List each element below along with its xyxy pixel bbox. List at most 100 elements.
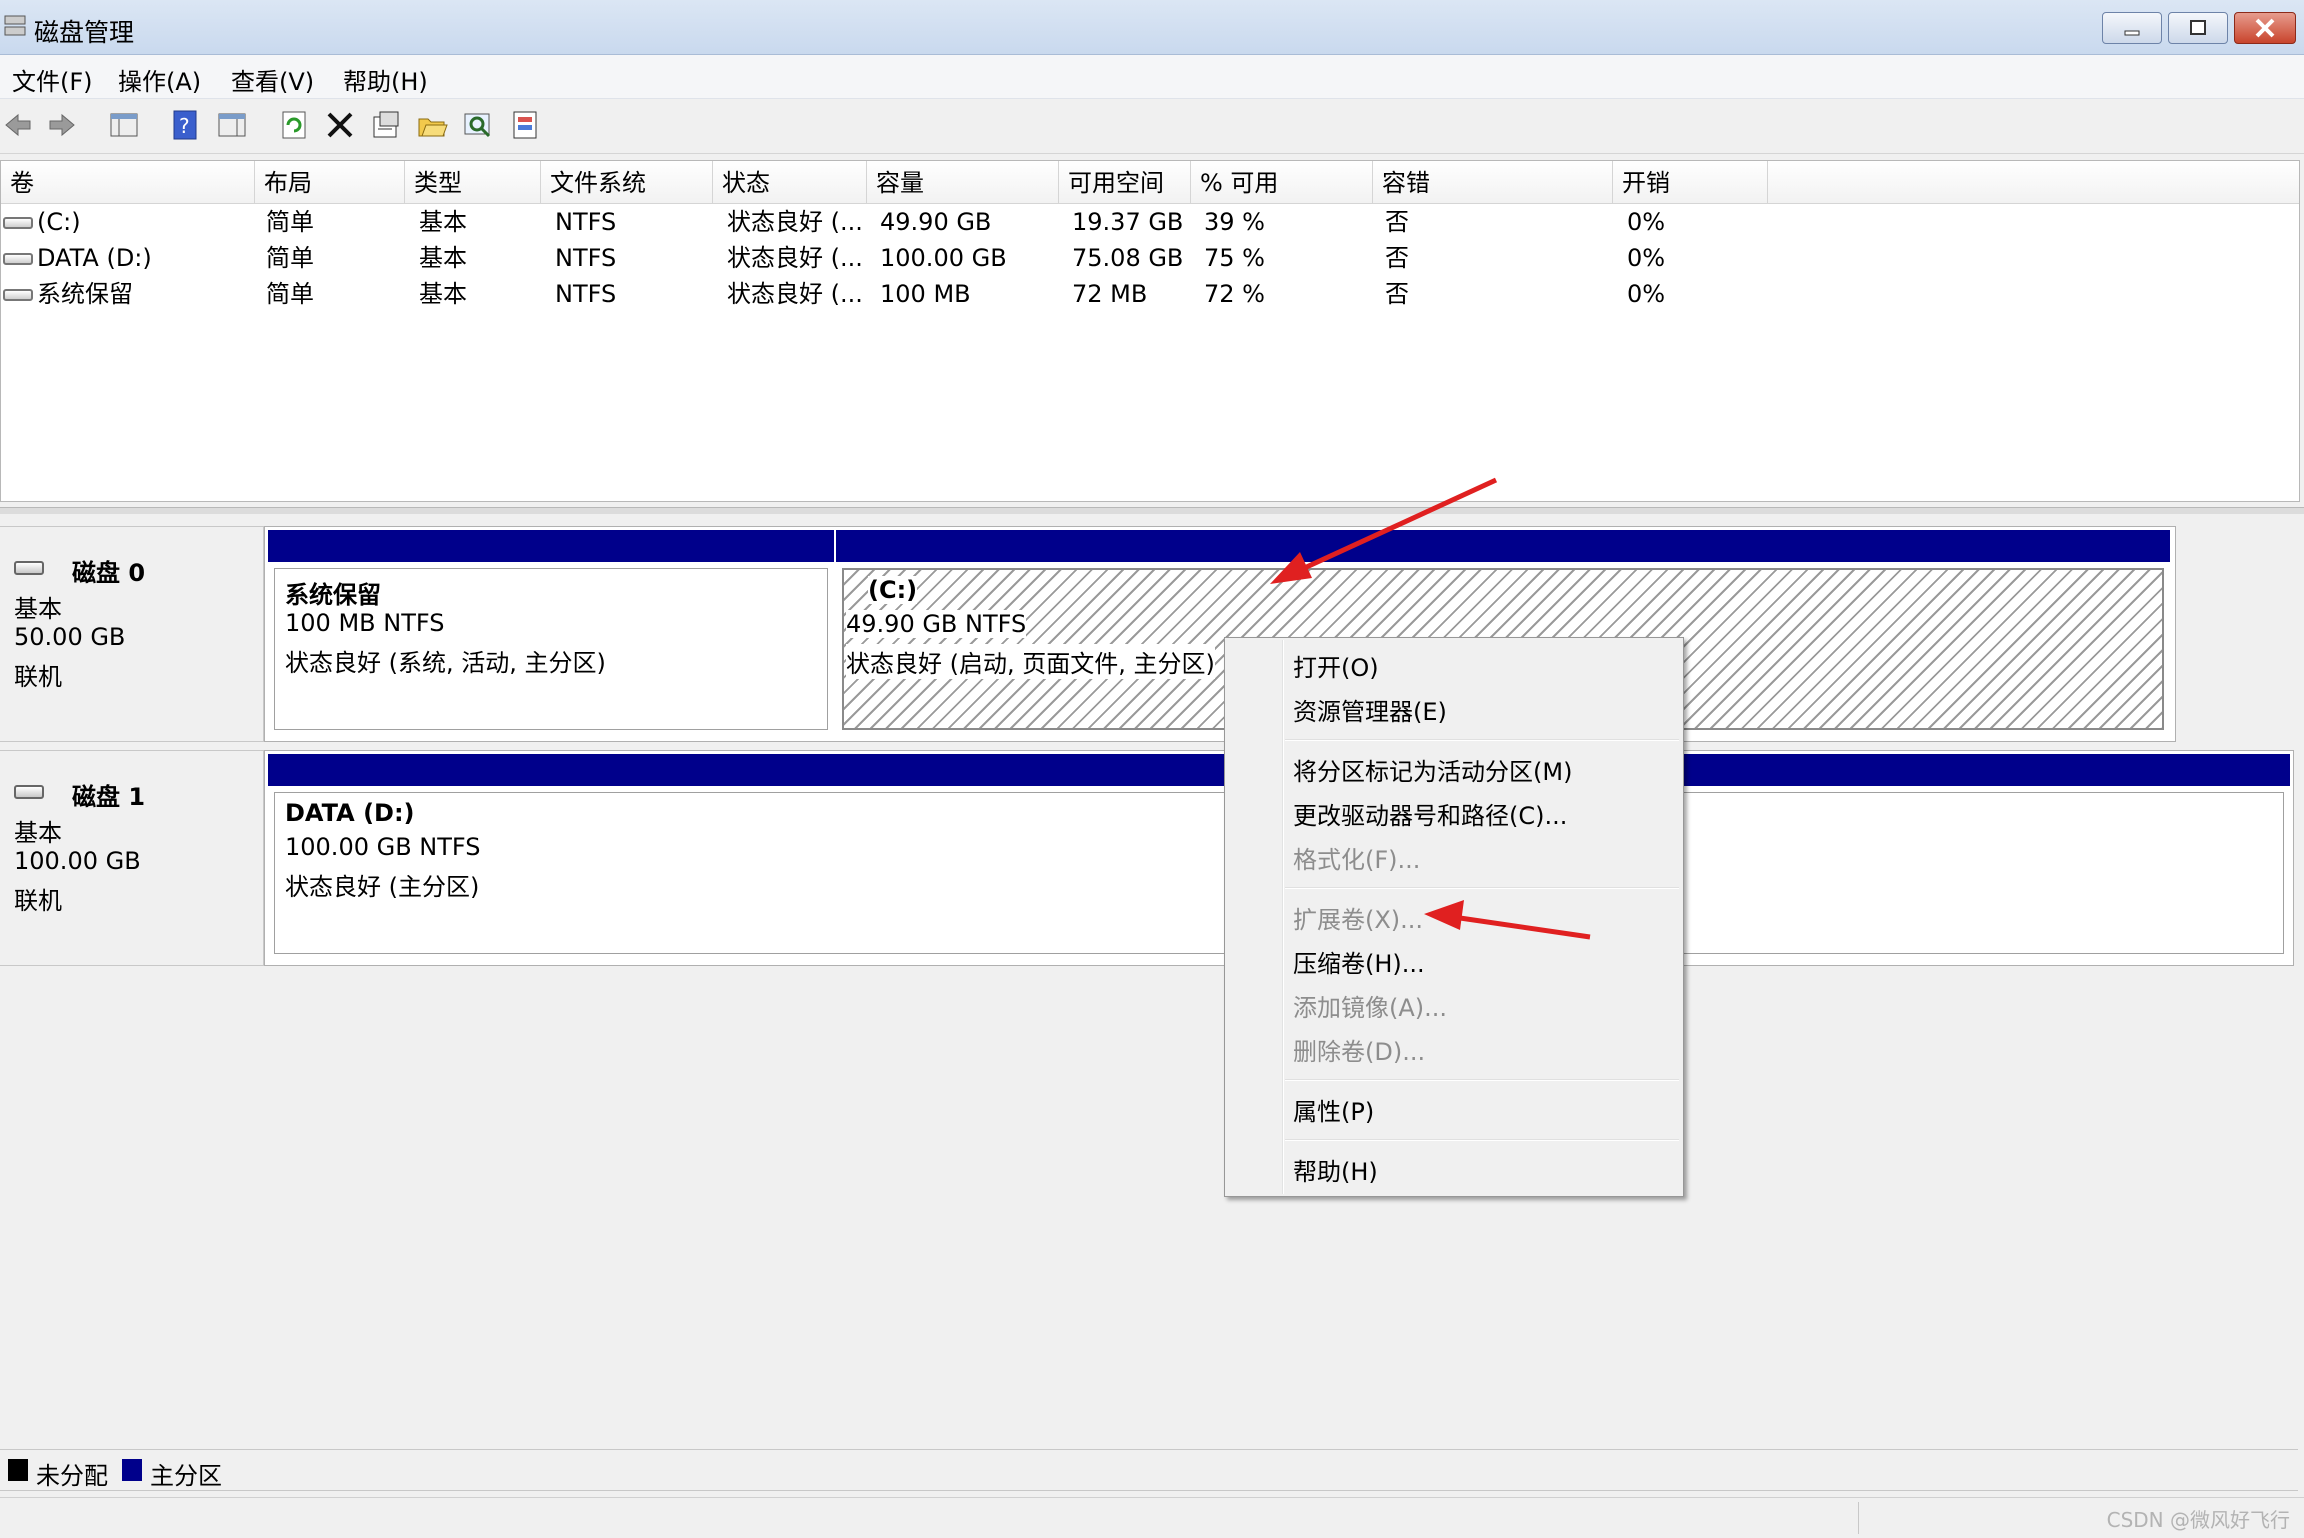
export-icon[interactable] (510, 109, 542, 141)
back-arrow-icon[interactable] (2, 109, 34, 141)
legend-primary-swatch (122, 1459, 142, 1481)
disk-1-label[interactable]: 磁盘 1 基本 100.00 GB 联机 (0, 750, 264, 966)
column-header-layout[interactable]: 布局 (255, 161, 405, 203)
type-cell: 基本 (419, 208, 467, 236)
free-space-cell: 19.37 GB (1072, 208, 1184, 236)
free-space-cell: 75.08 GB (1072, 244, 1184, 272)
volume-name-cell: DATA (D:) (3, 240, 152, 276)
legend-primary-label: 主分区 (150, 1462, 222, 1490)
capacity-cell: 49.90 GB (880, 208, 992, 236)
menu-item-properties[interactable]: 属性(P) (1293, 1092, 1374, 1127)
partition-title: (C:) (868, 576, 918, 604)
fault-tolerance-cell: 否 (1385, 280, 1409, 308)
legend-unallocated-label: 未分配 (36, 1462, 108, 1490)
menu-help[interactable]: 帮助(H) (343, 62, 428, 97)
volume-row[interactable]: DATA (D:) 简单 基本 NTFS 状态良好 (... 100.00 GB… (1, 240, 2299, 276)
menu-view[interactable]: 查看(V) (231, 62, 314, 97)
partition-status: 状态良好 (主分区) (285, 873, 480, 901)
hard-disk-icon (14, 785, 44, 799)
volume-name-cell: (C:) (3, 204, 81, 240)
drive-icon (3, 289, 33, 301)
volume-name: 系统保留 (37, 280, 133, 308)
menu-item-format: 格式化(F)... (1293, 846, 1421, 874)
partition-body: 系统保留 100 MB NTFS 状态良好 (系统, 活动, 主分区) (274, 568, 828, 730)
menu-item-open[interactable]: 打开(O) (1293, 648, 1379, 683)
status-divider (1858, 1502, 1859, 1534)
disk-size: 100.00 GB (14, 847, 141, 875)
column-header-percent-free[interactable]: % 可用 (1191, 161, 1373, 203)
refresh-icon[interactable] (278, 109, 310, 141)
partition-type-bar (268, 530, 834, 562)
type-cell: 基本 (419, 280, 467, 308)
console-tree-icon[interactable] (108, 109, 140, 141)
context-menu: 打开(O) 资源管理器(E) 将分区标记为活动分区(M) 更改驱动器号和路径(C… (1224, 637, 1684, 1197)
fault-tolerance-cell: 否 (1385, 208, 1409, 236)
menu-action[interactable]: 操作(A) (118, 62, 201, 97)
open-folder-icon[interactable] (416, 109, 448, 141)
overhead-cell: 0% (1627, 208, 1666, 236)
partition-system-reserved[interactable]: 系统保留 100 MB NTFS 状态良好 (系统, 活动, 主分区) (268, 530, 834, 736)
disk-type: 基本 (14, 595, 62, 623)
forward-arrow-icon[interactable] (46, 109, 78, 141)
overhead-cell: 0% (1627, 280, 1666, 308)
filesystem-cell: NTFS (555, 280, 617, 308)
menu-item-mark-active[interactable]: 将分区标记为活动分区(M) (1293, 752, 1572, 787)
partition-status: 状态良好 (启动, 页面文件, 主分区) (846, 644, 1215, 679)
help-icon[interactable]: ? (170, 109, 202, 141)
layout-cell: 简单 (266, 208, 314, 236)
disk-state: 联机 (14, 663, 62, 691)
menu-item-change-drive-letter[interactable]: 更改驱动器号和路径(C)... (1293, 796, 1567, 831)
status-cell: 状态良好 (... (727, 280, 863, 308)
legend-unallocated-swatch (8, 1459, 28, 1481)
volume-list-header: 卷 布局 类型 文件系统 状态 容量 可用空间 % 可用 容错 开销 (1, 161, 2299, 204)
menu-item-extend-volume: 扩展卷(X)... (1293, 906, 1424, 934)
title-bar: 磁盘管理 (0, 0, 2304, 55)
volume-list: 卷 布局 类型 文件系统 状态 容量 可用空间 % 可用 容错 开销 (C:) … (0, 160, 2300, 502)
column-header-status[interactable]: 状态 (713, 161, 867, 203)
close-button[interactable] (2234, 12, 2296, 44)
status-cell: 状态良好 (... (727, 244, 863, 272)
menu-file[interactable]: 文件(F) (12, 62, 93, 97)
column-header-fault-tolerance[interactable]: 容错 (1373, 161, 1613, 203)
search-icon[interactable] (462, 109, 494, 141)
column-header-type[interactable]: 类型 (405, 161, 541, 203)
filesystem-cell: NTFS (555, 208, 617, 236)
column-header-capacity[interactable]: 容量 (867, 161, 1059, 203)
menu-item-explorer[interactable]: 资源管理器(E) (1293, 692, 1447, 727)
drive-icon (3, 253, 33, 265)
disk-type: 基本 (14, 819, 62, 847)
menu-item-help[interactable]: 帮助(H) (1293, 1152, 1378, 1187)
context-menu-gutter (1282, 640, 1284, 1194)
legend-bar: 未分配 主分区 (0, 1449, 2298, 1491)
menu-bar: 文件(F) 操作(A) 查看(V) 帮助(H) (0, 55, 2304, 99)
maximize-icon (2190, 20, 2206, 35)
show-hide-icon[interactable] (216, 109, 248, 141)
properties-icon[interactable] (370, 109, 402, 141)
column-header-volume[interactable]: 卷 (1, 161, 255, 203)
partition-title: DATA (D:) (285, 799, 415, 827)
type-cell: 基本 (419, 244, 467, 272)
minimize-button[interactable] (2102, 12, 2162, 44)
column-header-overhead[interactable]: 开销 (1613, 161, 1768, 203)
volume-name: (C:) (37, 208, 81, 236)
menu-item-shrink-volume[interactable]: 压缩卷(H)... (1293, 944, 1425, 979)
status-cell: 状态良好 (... (727, 208, 863, 236)
volume-row[interactable]: 系统保留 简单 基本 NTFS 状态良好 (... 100 MB 72 MB 7… (1, 276, 2299, 312)
disk-0-label[interactable]: 磁盘 0 基本 50.00 GB 联机 (0, 526, 264, 742)
close-icon (2255, 18, 2275, 38)
maximize-button[interactable] (2168, 12, 2228, 44)
disk-0-partitions: 系统保留 100 MB NTFS 状态良好 (系统, 活动, 主分区) (C:)… (264, 526, 2176, 742)
percent-free-cell: 75 % (1204, 244, 1265, 272)
menu-item-add-mirror: 添加镜像(A)... (1293, 994, 1448, 1022)
partition-type-bar (836, 530, 2170, 562)
column-header-filesystem[interactable]: 文件系统 (541, 161, 713, 203)
volume-row[interactable]: (C:) 简单 基本 NTFS 状态良好 (... 49.90 GB 19.37… (1, 204, 2299, 240)
minimize-icon (2124, 30, 2140, 36)
status-bar (0, 1497, 2304, 1538)
partition-detail: 49.90 GB NTFS (846, 610, 1027, 638)
menu-separator (1285, 1079, 1679, 1081)
disk-name: 磁盘 1 (72, 783, 146, 811)
column-header-free-space[interactable]: 可用空间 (1059, 161, 1191, 203)
layout-cell: 简单 (266, 280, 314, 308)
delete-icon[interactable] (324, 109, 356, 141)
